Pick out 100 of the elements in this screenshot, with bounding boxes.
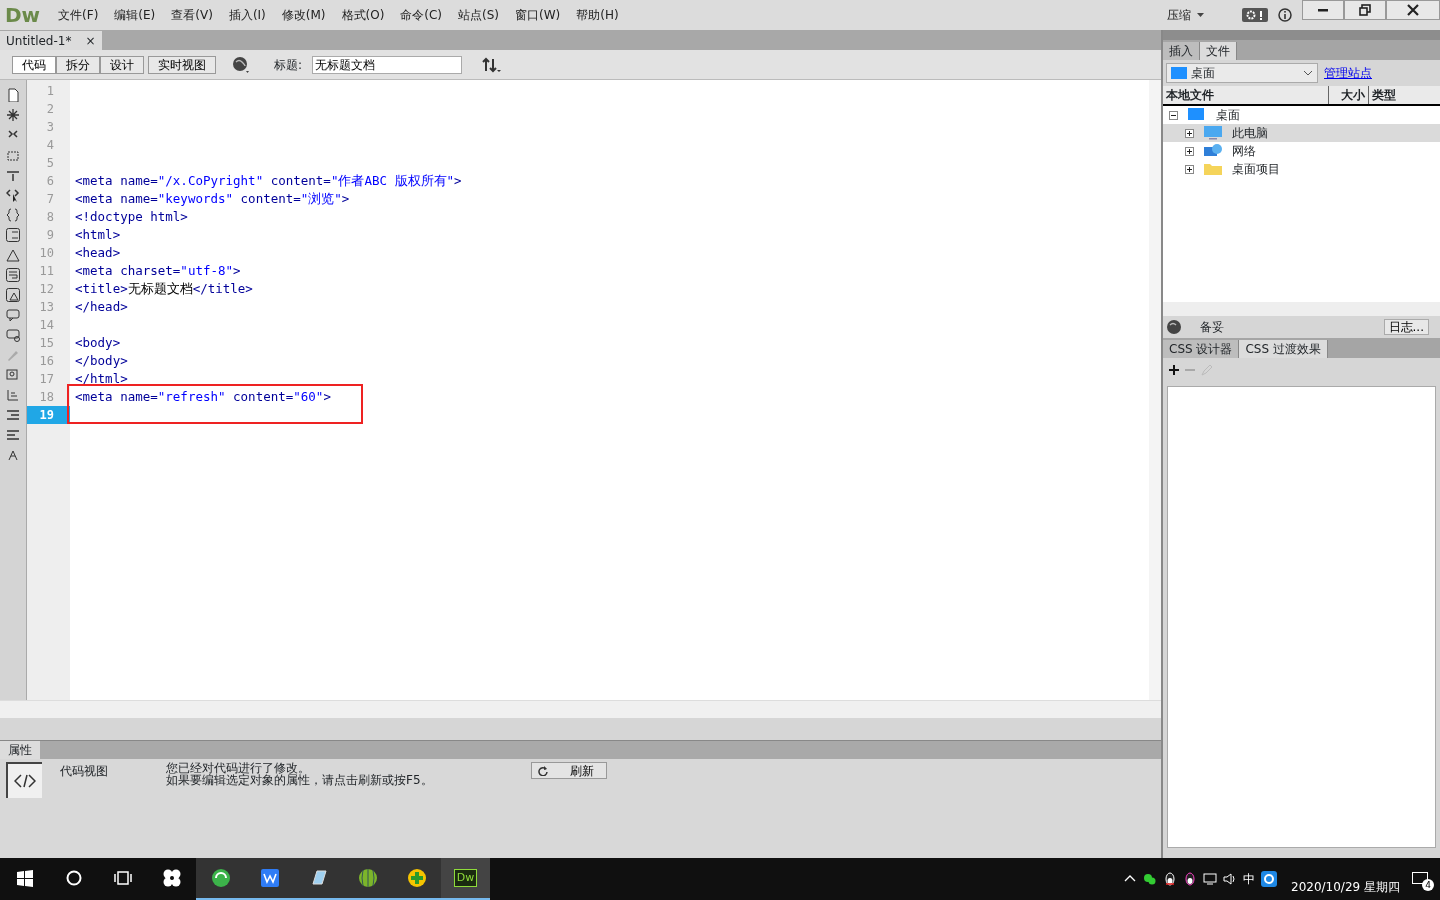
menu-item[interactable]: 站点(S) bbox=[450, 6, 508, 24]
tree-item[interactable]: 此电脑 bbox=[1163, 124, 1440, 142]
panel-tab[interactable]: CSS 过渡效果 bbox=[1239, 340, 1328, 358]
tree-icon[interactable] bbox=[6, 388, 20, 402]
dashed-box-icon[interactable] bbox=[6, 148, 20, 162]
location-dropdown[interactable]: 桌面 bbox=[1166, 63, 1318, 83]
tree-item[interactable]: 桌面 bbox=[1163, 106, 1440, 124]
caret-icon bbox=[1197, 13, 1204, 17]
line-number: 18 bbox=[38, 389, 55, 406]
manage-sites-link[interactable]: 管理站点 bbox=[1324, 64, 1372, 82]
globe-icon[interactable] bbox=[232, 55, 252, 74]
format-icon[interactable] bbox=[6, 448, 20, 462]
line-number: 8 bbox=[45, 209, 55, 226]
volume-icon[interactable] bbox=[1223, 872, 1237, 886]
snippet-icon[interactable] bbox=[6, 368, 20, 382]
braces-icon[interactable] bbox=[6, 208, 20, 222]
restore-icon[interactable] bbox=[1359, 4, 1371, 16]
desktop-icon bbox=[1188, 108, 1206, 122]
line-number: 3 bbox=[45, 119, 55, 136]
penguin-icon[interactable] bbox=[1163, 872, 1177, 886]
horizontal-scrollbar[interactable] bbox=[1163, 302, 1440, 316]
file-icon[interactable] bbox=[6, 88, 20, 102]
code-icon bbox=[14, 774, 36, 788]
menu-item[interactable]: 编辑(E) bbox=[106, 6, 164, 24]
plus-app-icon[interactable] bbox=[406, 868, 427, 888]
info-icon[interactable] bbox=[1278, 8, 1292, 22]
syntax-warning-icon[interactable] bbox=[6, 288, 20, 302]
input-method-indicator[interactable]: 中 bbox=[1243, 870, 1255, 888]
column-header[interactable]: 大小 bbox=[1328, 86, 1368, 104]
panel-tab[interactable]: CSS 设计器 bbox=[1163, 340, 1240, 358]
network-icon[interactable] bbox=[1203, 872, 1217, 886]
indent-icon[interactable] bbox=[6, 408, 20, 422]
sort-icon[interactable] bbox=[482, 55, 503, 74]
app-q-icon[interactable] bbox=[1261, 871, 1277, 887]
penguin-icon[interactable] bbox=[1183, 872, 1197, 886]
computer-icon bbox=[1204, 126, 1222, 140]
app-logo[interactable]: Dw bbox=[453, 868, 478, 888]
view-tab[interactable]: 设计 bbox=[100, 55, 144, 74]
line-number: 19 bbox=[27, 406, 70, 424]
line-number: 12 bbox=[38, 281, 55, 298]
code-line: <title>无标题文档</title> bbox=[75, 280, 254, 298]
code-cursor-icon[interactable] bbox=[6, 188, 20, 202]
code-line: <meta name="refresh" content="60"> bbox=[75, 388, 332, 406]
uncomment-icon[interactable] bbox=[6, 328, 20, 342]
minimize-button[interactable] bbox=[1302, 0, 1344, 20]
panel-tab[interactable]: 插入 bbox=[1163, 42, 1200, 60]
view-tab[interactable]: 拆分 bbox=[56, 55, 100, 74]
asterisk-icon[interactable] bbox=[6, 108, 20, 122]
panel-tab[interactable]: 文件 bbox=[1200, 42, 1237, 60]
title-label: 标题: bbox=[274, 56, 303, 74]
refresh-icon[interactable] bbox=[537, 765, 548, 776]
gear-alert-icon[interactable] bbox=[1242, 8, 1268, 22]
log-button[interactable]: 日志... bbox=[1383, 319, 1429, 335]
tree-item[interactable]: 网络 bbox=[1163, 142, 1440, 160]
view-label: 代码视图 bbox=[60, 763, 108, 780]
line-number: 2 bbox=[45, 101, 55, 118]
column-header[interactable]: 本地文件 bbox=[1163, 86, 1328, 104]
menu-item[interactable]: 插入(I) bbox=[220, 6, 274, 24]
numbered-list-icon[interactable] bbox=[6, 228, 20, 242]
horizontal-scrollbar[interactable] bbox=[0, 700, 1161, 718]
document-tab[interactable]: Untitled-1* × bbox=[0, 31, 102, 50]
chat-icon[interactable] bbox=[1143, 872, 1157, 886]
line-number: 5 bbox=[45, 155, 55, 172]
document-app-icon[interactable] bbox=[259, 868, 280, 888]
comment-icon[interactable] bbox=[6, 308, 20, 322]
menu-item[interactable]: 帮助(H) bbox=[568, 6, 627, 24]
title-field[interactable]: 无标题文档 bbox=[312, 55, 463, 74]
add-icon[interactable] bbox=[1169, 365, 1179, 375]
line-number: 4 bbox=[45, 137, 55, 154]
fan-icon[interactable] bbox=[161, 868, 182, 888]
word-wrap-icon[interactable] bbox=[6, 268, 20, 282]
line-number: 9 bbox=[45, 227, 55, 244]
outdent-icon[interactable] bbox=[6, 428, 20, 442]
compress-menu[interactable]: 压缩 bbox=[1159, 6, 1212, 24]
refresh-button[interactable]: 刷新 bbox=[530, 762, 607, 779]
menu-item[interactable]: 窗口(W) bbox=[507, 6, 569, 24]
properties-tab[interactable]: 属性 bbox=[0, 741, 40, 759]
menu-item[interactable]: 查看(V) bbox=[163, 6, 221, 24]
refresh-app-icon[interactable] bbox=[210, 868, 231, 888]
close-tab-button[interactable]: × bbox=[85, 31, 96, 50]
taskbar-date[interactable]: 2020/10/29 星期四 bbox=[1291, 862, 1400, 896]
view-tab[interactable]: 实时视图 bbox=[148, 55, 216, 74]
code-line: <html> bbox=[75, 226, 122, 244]
close-button[interactable] bbox=[1386, 0, 1440, 20]
tree-item[interactable]: 桌面项目 bbox=[1163, 160, 1440, 178]
warning-icon[interactable] bbox=[6, 248, 20, 262]
menu-item[interactable]: 修改(M) bbox=[273, 6, 334, 24]
view-tab[interactable]: 代码 bbox=[12, 55, 56, 74]
menu-item[interactable]: 格式(O) bbox=[333, 6, 393, 24]
close-icon[interactable] bbox=[1407, 4, 1419, 16]
windows-icon[interactable] bbox=[14, 868, 35, 888]
notification-button[interactable]: 4 bbox=[1412, 869, 1434, 889]
melon-icon[interactable] bbox=[357, 868, 378, 888]
chevron-down-icon[interactable] bbox=[1303, 70, 1313, 76]
column-header[interactable]: 类型 bbox=[1368, 86, 1428, 104]
restore-button[interactable] bbox=[1344, 0, 1386, 20]
task-view-icon[interactable] bbox=[112, 868, 133, 888]
vertical-scrollbar[interactable] bbox=[1149, 80, 1161, 700]
menu-item[interactable]: 命令(C) bbox=[392, 6, 451, 24]
menu-item[interactable]: 文件(F) bbox=[50, 6, 107, 24]
